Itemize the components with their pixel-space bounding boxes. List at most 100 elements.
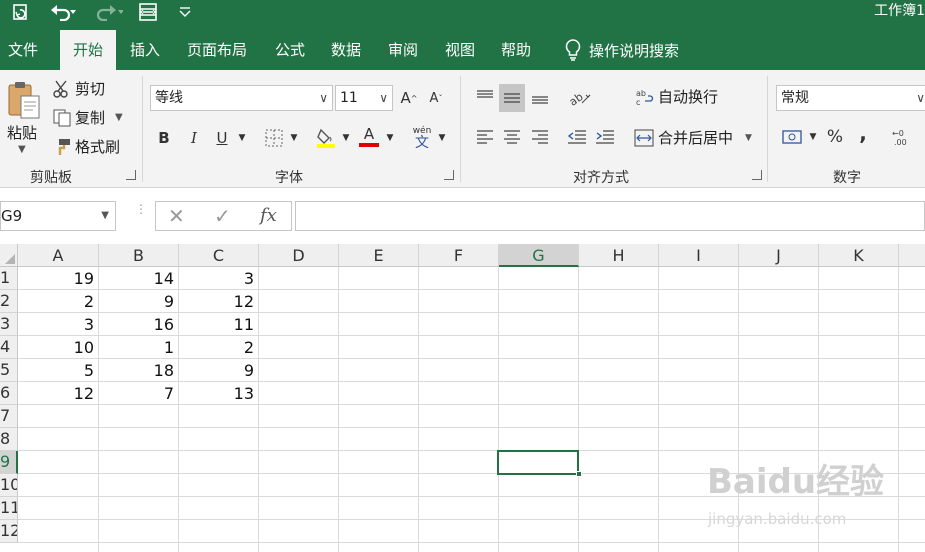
accounting-dropdown-icon[interactable]: ▼	[807, 124, 819, 150]
cell-c2[interactable]: 12	[178, 290, 258, 313]
font-color-dropdown-icon[interactable]: ▼	[384, 125, 396, 151]
column-header-c[interactable]: C	[179, 244, 259, 267]
row-header-12[interactable]: 12	[0, 520, 18, 543]
autosave-icon[interactable]	[8, 0, 34, 24]
column-header-k[interactable]: K	[819, 244, 899, 267]
tab-file[interactable]: 文件	[0, 30, 46, 70]
row-header-9[interactable]: 9	[0, 451, 18, 474]
cell-b4[interactable]: 1	[98, 336, 178, 359]
font-launcher-icon[interactable]	[444, 170, 454, 180]
cut-button[interactable]: 剪切	[53, 78, 105, 99]
column-header-j[interactable]: J	[739, 244, 819, 267]
underline-dropdown-icon[interactable]: ▼	[236, 125, 248, 151]
column-header-f[interactable]: F	[419, 244, 499, 267]
percent-style-button[interactable]: %	[824, 124, 846, 150]
formula-input[interactable]	[295, 201, 925, 231]
tab-insert[interactable]: 插入	[122, 30, 168, 70]
align-center-icon[interactable]	[499, 124, 525, 150]
decrease-indent-icon[interactable]	[564, 124, 590, 150]
column-header-h[interactable]: H	[579, 244, 659, 267]
row-header-6[interactable]: 6	[0, 382, 18, 405]
grow-font-icon[interactable]: A ^	[398, 85, 420, 111]
cell-b1[interactable]: 14	[98, 267, 178, 290]
cell-c1[interactable]: 3	[178, 267, 258, 290]
copy-dropdown-icon[interactable]: ▼	[115, 112, 123, 123]
cell-b5[interactable]: 18	[98, 359, 178, 382]
font-color-button[interactable]: A	[357, 122, 381, 150]
cell-b3[interactable]: 16	[98, 313, 178, 336]
column-header-d[interactable]: D	[259, 244, 339, 267]
row-header-7[interactable]: 7	[0, 405, 18, 428]
increase-indent-icon[interactable]	[592, 124, 618, 150]
layout-icon[interactable]	[136, 0, 160, 24]
cell-c4[interactable]: 2	[178, 336, 258, 359]
clipboard-launcher-icon[interactable]	[126, 170, 136, 180]
column-header-g[interactable]: G	[499, 244, 579, 267]
format-painter-button[interactable]: 格式刷	[53, 136, 120, 157]
merge-center-button[interactable]: 合并后居中 ▼	[634, 127, 752, 148]
column-header-i[interactable]: I	[659, 244, 739, 267]
bold-button[interactable]: B	[152, 125, 176, 151]
paste-icon[interactable]	[6, 80, 44, 120]
row-header-8[interactable]: 8	[0, 428, 18, 451]
wrap-text-button[interactable]: ab c 自动换行	[636, 86, 718, 107]
row-header-11[interactable]: 11	[0, 497, 18, 520]
align-right-icon[interactable]	[527, 124, 553, 150]
tab-view[interactable]: 视图	[438, 30, 482, 70]
cell-a4[interactable]: 10	[18, 336, 98, 359]
italic-button[interactable]: I	[182, 125, 206, 151]
cancel-icon[interactable]: ✕	[168, 204, 185, 228]
borders-icon[interactable]	[262, 125, 286, 151]
align-top-icon[interactable]	[472, 84, 498, 110]
cell-c6[interactable]: 13	[178, 382, 258, 405]
font-size-combo[interactable]: 11 ∨	[335, 85, 393, 111]
comma-style-button[interactable]: ,	[852, 120, 874, 146]
fill-color-dropdown-icon[interactable]: ▼	[340, 125, 352, 151]
row-header-1[interactable]: 1	[0, 267, 18, 290]
insert-function-button[interactable]: fx	[260, 205, 277, 226]
cell-c5[interactable]: 9	[178, 359, 258, 382]
fill-handle[interactable]	[576, 471, 582, 477]
increase-decimal-icon[interactable]: ←0.00	[889, 124, 915, 150]
name-box[interactable]: G9 ▼	[0, 201, 116, 231]
tab-home[interactable]: 开始	[60, 30, 116, 70]
cell-c3[interactable]: 11	[178, 313, 258, 336]
redo-icon[interactable]	[90, 0, 126, 24]
align-left-icon[interactable]	[472, 124, 498, 150]
tab-data[interactable]: 数据	[324, 30, 368, 70]
cell-a6[interactable]: 12	[18, 382, 98, 405]
orientation-icon[interactable]: ab	[566, 84, 596, 112]
tab-formulas[interactable]: 公式	[268, 30, 312, 70]
phonetic-dropdown-icon[interactable]: ▼	[436, 125, 448, 151]
cell-a1[interactable]: 19	[18, 267, 98, 290]
row-header-10[interactable]: 10	[0, 474, 18, 497]
copy-button[interactable]: 复制 ▼	[53, 107, 123, 128]
row-header-5[interactable]: 5	[0, 359, 18, 382]
paste-button[interactable]: 粘贴	[7, 122, 37, 143]
select-all-icon[interactable]	[0, 244, 18, 267]
cell-a2[interactable]: 2	[18, 290, 98, 313]
row-header-3[interactable]: 3	[0, 313, 18, 336]
enter-check-icon[interactable]: ✓	[214, 204, 231, 228]
number-format-combo[interactable]: 常规 ∨	[776, 85, 925, 111]
tab-review[interactable]: 审阅	[381, 30, 425, 70]
column-header-e[interactable]: E	[339, 244, 419, 267]
merge-dropdown-icon[interactable]: ▼	[745, 133, 752, 143]
paste-dropdown-icon[interactable]: ▼	[18, 144, 26, 155]
customize-toolbar-icon[interactable]	[176, 0, 194, 24]
column-header-a[interactable]: A	[18, 244, 99, 267]
accounting-format-icon[interactable]	[780, 124, 806, 150]
borders-dropdown-icon[interactable]: ▼	[288, 125, 300, 151]
shrink-font-icon[interactable]: Aˇ	[425, 85, 447, 111]
cell-a5[interactable]: 5	[18, 359, 98, 382]
underline-button[interactable]: U	[210, 125, 234, 151]
cell-a3[interactable]: 3	[18, 313, 98, 336]
alignment-launcher-icon[interactable]	[752, 170, 762, 180]
column-header-partial[interactable]	[899, 244, 925, 267]
fill-color-icon[interactable]	[314, 125, 338, 151]
undo-icon[interactable]	[46, 0, 82, 24]
phonetic-button[interactable]: wén 文	[410, 122, 434, 152]
cell-b6[interactable]: 7	[98, 382, 178, 405]
align-middle-icon[interactable]	[499, 84, 525, 112]
tab-page-layout[interactable]: 页面布局	[180, 30, 254, 70]
